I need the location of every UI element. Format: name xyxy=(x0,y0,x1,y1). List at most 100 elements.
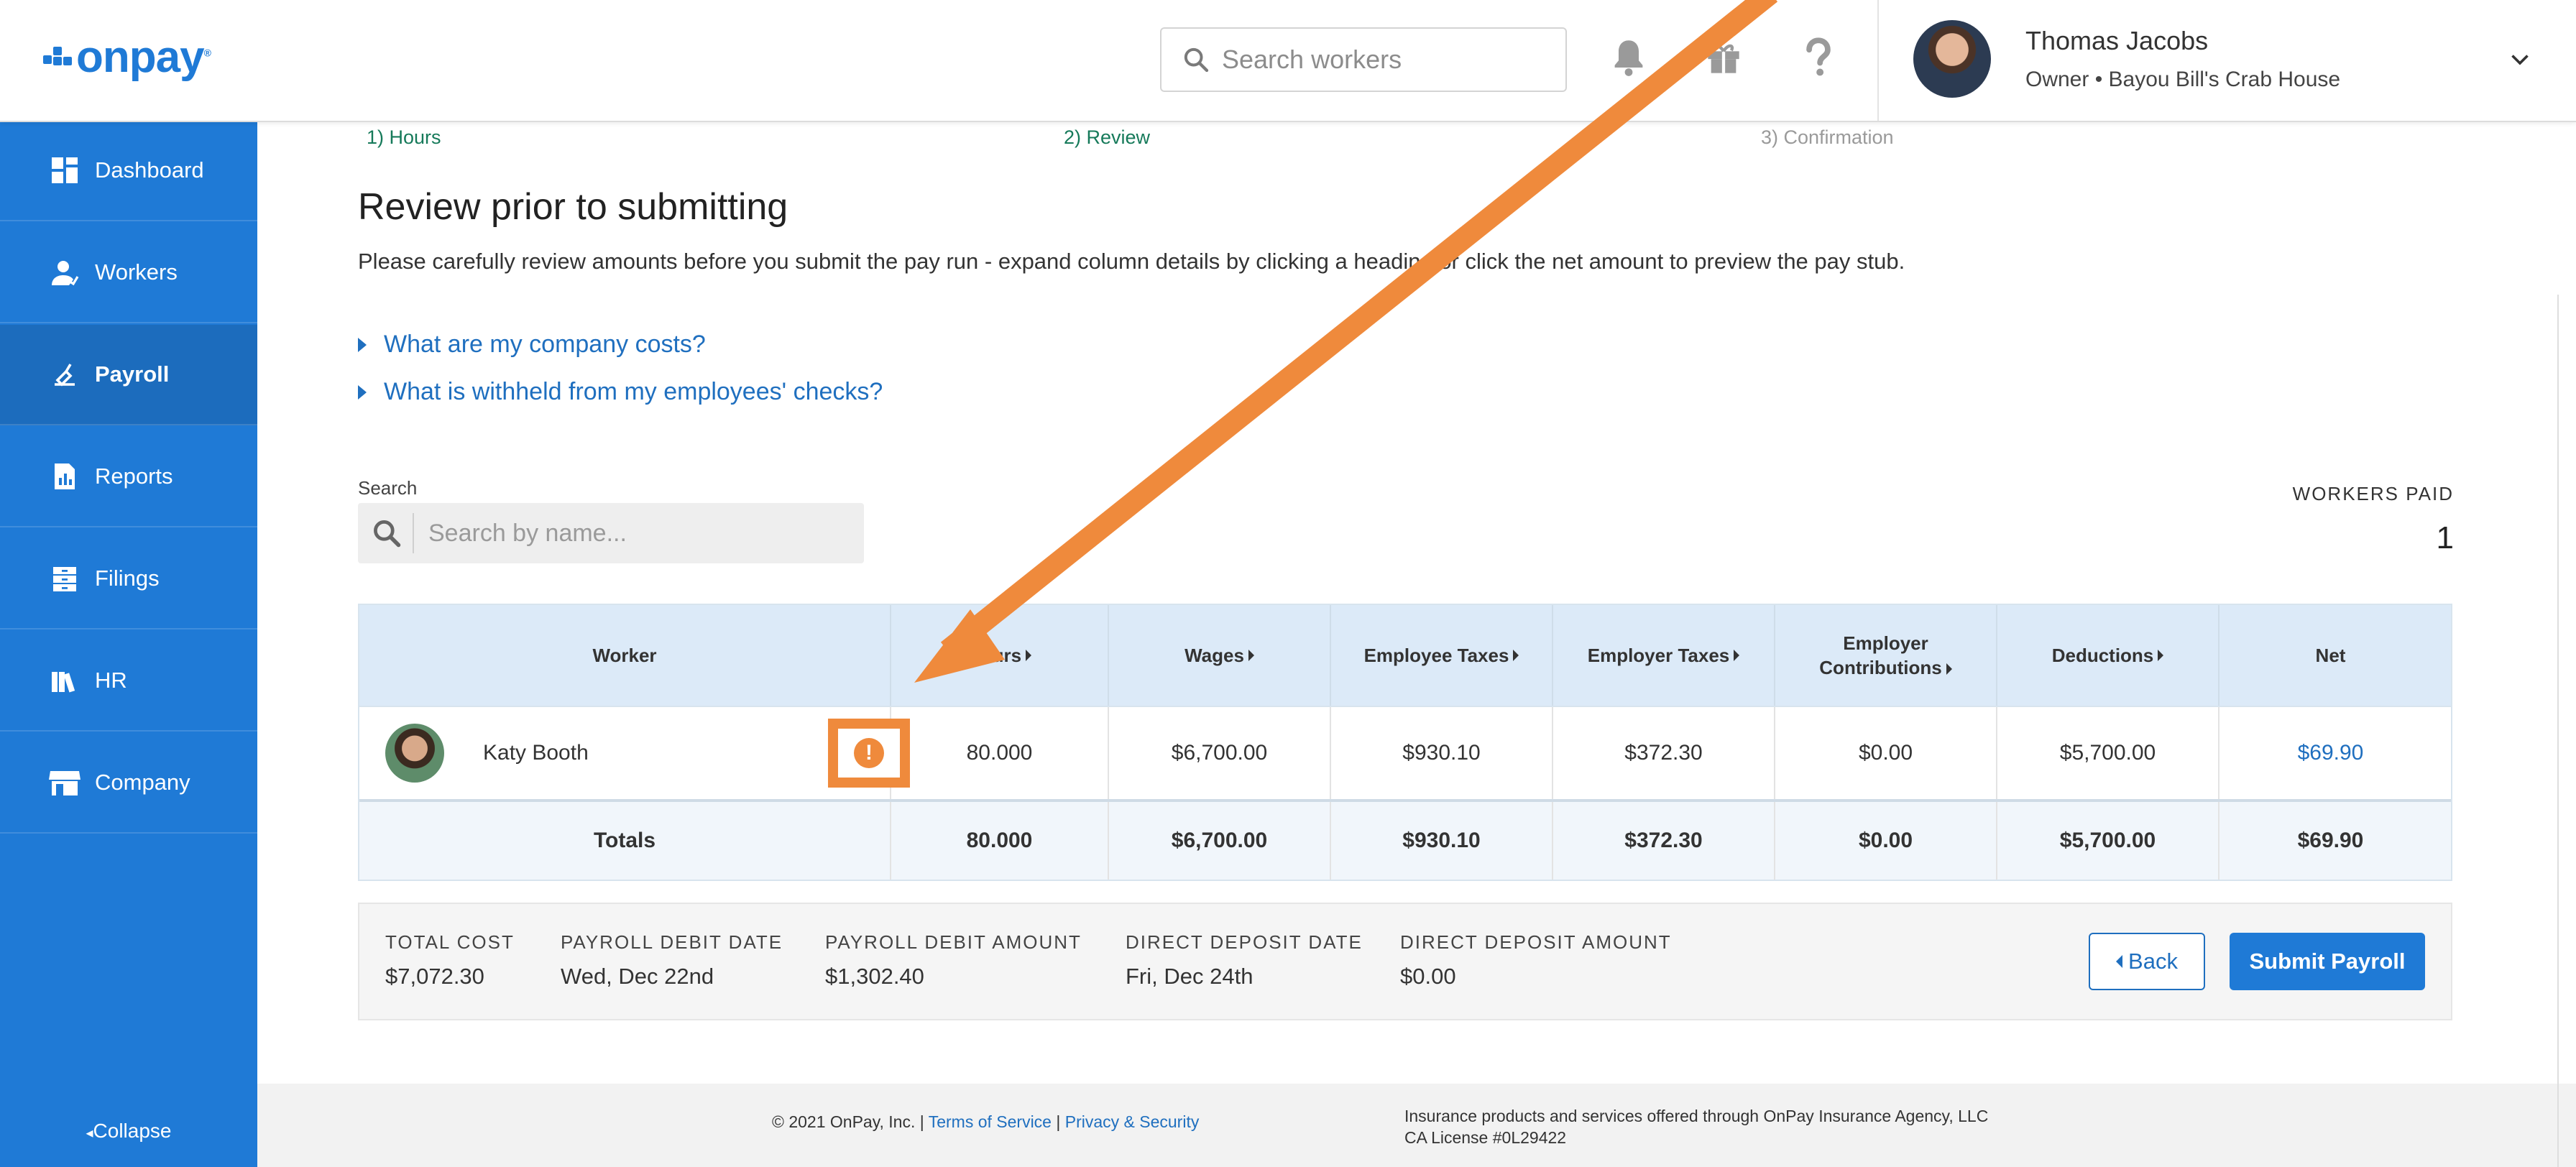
page-description: Please carefully review amounts before y… xyxy=(358,249,1905,274)
step-review: 2) Review xyxy=(1064,126,1151,148)
direct-deposit-date: DIRECT DEPOSIT DATE Fri, Dec 24th xyxy=(1126,931,1363,990)
chevron-left-icon: ◂ xyxy=(86,1125,93,1141)
payroll-debit-date: PAYROLL DEBIT DATE Wed, Dec 22nd xyxy=(561,931,783,990)
page-title: Review prior to submitting xyxy=(358,186,788,228)
col-header-wages[interactable]: Wages xyxy=(1109,605,1331,706)
search-workers-placeholder: Search workers xyxy=(1222,45,1402,74)
faq-employee-withholding[interactable]: What is withheld from my employees' chec… xyxy=(358,378,883,406)
bell-icon[interactable] xyxy=(1606,34,1652,80)
onpay-logo[interactable]: onpay® xyxy=(43,32,211,82)
col-header-deductions[interactable]: Deductions xyxy=(1997,605,2220,706)
worker-name[interactable]: Katy Booth xyxy=(483,741,589,765)
sidebar-item-company[interactable]: Company xyxy=(0,733,257,834)
caret-right-icon xyxy=(2158,650,2164,661)
workers-paid-label: WORKERS PAID xyxy=(2292,483,2454,504)
faq-label: What is withheld from my employees' chec… xyxy=(384,378,883,405)
avatar xyxy=(385,724,444,783)
col-header-employer-taxes[interactable]: Employer Taxes xyxy=(1553,605,1775,706)
cell-employer-taxes: $372.30 xyxy=(1553,707,1775,799)
sidebar-item-hr[interactable]: HR xyxy=(0,631,257,732)
dd-amount-label: DIRECT DEPOSIT AMOUNT xyxy=(1400,931,1672,953)
net-pay-link[interactable]: $69.90 xyxy=(2220,707,2442,799)
user-role: Owner • Bayou Bill's Crab House xyxy=(2025,68,2341,91)
gift-icon[interactable] xyxy=(1701,34,1747,80)
total-net: $69.90 xyxy=(2297,829,2364,852)
table-header-row: Worker Hours Wages Employee Taxes Employ… xyxy=(359,605,2451,706)
totals-label: Totals xyxy=(359,802,891,880)
workers-paid-count: 1 xyxy=(2436,520,2454,555)
col-header-employer-contributions[interactable]: Employer Contributions xyxy=(1775,605,1997,706)
footer-separator: | xyxy=(1056,1112,1061,1131)
faq-company-costs[interactable]: What are my company costs? xyxy=(358,331,706,359)
warning-icon[interactable]: ! xyxy=(854,738,884,768)
workers-icon xyxy=(49,257,80,288)
license-line: CA License #0L29422 xyxy=(1404,1128,1567,1147)
dd-amount-value: $0.00 xyxy=(1400,964,1456,989)
cell-employee-taxes: $930.10 xyxy=(1331,707,1553,799)
col-header-worker: Worker xyxy=(359,605,891,706)
sidebar-item-payroll[interactable]: Payroll xyxy=(0,325,257,425)
header-divider xyxy=(1877,0,1879,121)
col-header-hours[interactable]: Hours xyxy=(891,605,1109,706)
sidebar-item-label: Filings xyxy=(95,566,160,591)
caret-right-icon xyxy=(1734,650,1740,661)
logo-mark-icon xyxy=(43,41,72,73)
collapse-label: Collapse xyxy=(93,1120,172,1142)
sidebar-item-filings[interactable]: Filings xyxy=(0,529,257,629)
back-button[interactable]: Back xyxy=(2089,933,2205,990)
chevron-down-icon[interactable] xyxy=(2507,46,2533,72)
search-by-name-input[interactable]: Search by name... xyxy=(358,503,864,563)
sidebar-item-label: Payroll xyxy=(95,361,170,387)
total-wages: $6,700.00 xyxy=(1109,802,1331,880)
caret-right-icon xyxy=(358,384,367,400)
back-label: Back xyxy=(2128,949,2178,974)
direct-deposit-amount: DIRECT DEPOSIT AMOUNT $0.00 xyxy=(1400,931,1672,990)
submit-payroll-button[interactable]: Submit Payroll xyxy=(2230,933,2425,990)
privacy-security-link[interactable]: Privacy & Security xyxy=(1065,1112,1200,1131)
footer-links: © 2021 OnPay, Inc. | Terms of Service | … xyxy=(772,1112,1199,1132)
search-label: Search xyxy=(358,477,418,499)
step-hours[interactable]: 1) Hours xyxy=(367,126,441,149)
totals-row: Totals 80.000 $6,700.00 $930.10 $372.30 … xyxy=(359,799,2451,880)
scrollbar-track[interactable] xyxy=(2557,295,2559,1167)
help-icon[interactable] xyxy=(1795,34,1841,80)
sidebar-item-dashboard[interactable]: Dashboard xyxy=(0,121,257,221)
sidebar-item-label: Reports xyxy=(95,463,173,489)
insurance-line: Insurance products and services offered … xyxy=(1404,1107,1989,1125)
total-cost-label: TOTAL COST xyxy=(385,931,515,953)
sidebar-item-workers[interactable]: Workers xyxy=(0,223,257,323)
total-employee-taxes: $930.10 xyxy=(1331,802,1553,880)
cell-deductions: $5,700.00 xyxy=(1997,707,2220,799)
top-header: onpay® Search workers Thomas Jacobs Owne… xyxy=(0,0,2576,122)
collapse-button[interactable]: ◂Collapse xyxy=(0,1120,257,1143)
dd-date-value: Fri, Dec 24th xyxy=(1126,964,1254,989)
search-workers-input[interactable]: Search workers xyxy=(1160,27,1567,92)
debit-amount-label: PAYROLL DEBIT AMOUNT xyxy=(825,931,1082,953)
sidebar-item-label: Workers xyxy=(95,259,178,285)
sidebar-item-label: Company xyxy=(95,770,190,795)
payroll-debit-amount: PAYROLL DEBIT AMOUNT $1,302.40 xyxy=(825,931,1082,990)
caret-right-icon xyxy=(1248,650,1254,661)
sidebar-item-label: Dashboard xyxy=(95,157,204,183)
user-name[interactable]: Thomas Jacobs xyxy=(2025,26,2208,56)
dd-date-label: DIRECT DEPOSIT DATE xyxy=(1126,931,1363,953)
caret-right-icon xyxy=(1946,663,1952,675)
faq-label: What are my company costs? xyxy=(384,331,706,358)
dashboard-icon xyxy=(49,154,80,186)
footer: © 2021 OnPay, Inc. | Terms of Service | … xyxy=(257,1084,2576,1167)
user-avatar[interactable] xyxy=(1913,20,1991,98)
payroll-review-table: Worker Hours Wages Employee Taxes Employ… xyxy=(358,604,2452,881)
copyright: © 2021 OnPay, Inc. | xyxy=(772,1112,924,1131)
step-confirmation: 3) Confirmation xyxy=(1761,126,1894,148)
terms-of-service-link[interactable]: Terms of Service xyxy=(929,1112,1052,1131)
col-header-employee-taxes[interactable]: Employee Taxes xyxy=(1331,605,1553,706)
search-divider xyxy=(413,513,414,553)
warning-highlight: ! xyxy=(828,719,910,788)
logo-text: onpay® xyxy=(76,32,211,82)
sidebar-item-reports[interactable]: Reports xyxy=(0,427,257,527)
total-employer-taxes: $372.30 xyxy=(1553,802,1775,880)
caret-right-icon xyxy=(1513,650,1519,661)
table-row: Katy Booth ! 80.000 $6,700.00 $930.10 $3… xyxy=(359,706,2451,799)
total-cost: TOTAL COST $7,072.30 xyxy=(385,931,515,990)
cell-wages: $6,700.00 xyxy=(1109,707,1331,799)
